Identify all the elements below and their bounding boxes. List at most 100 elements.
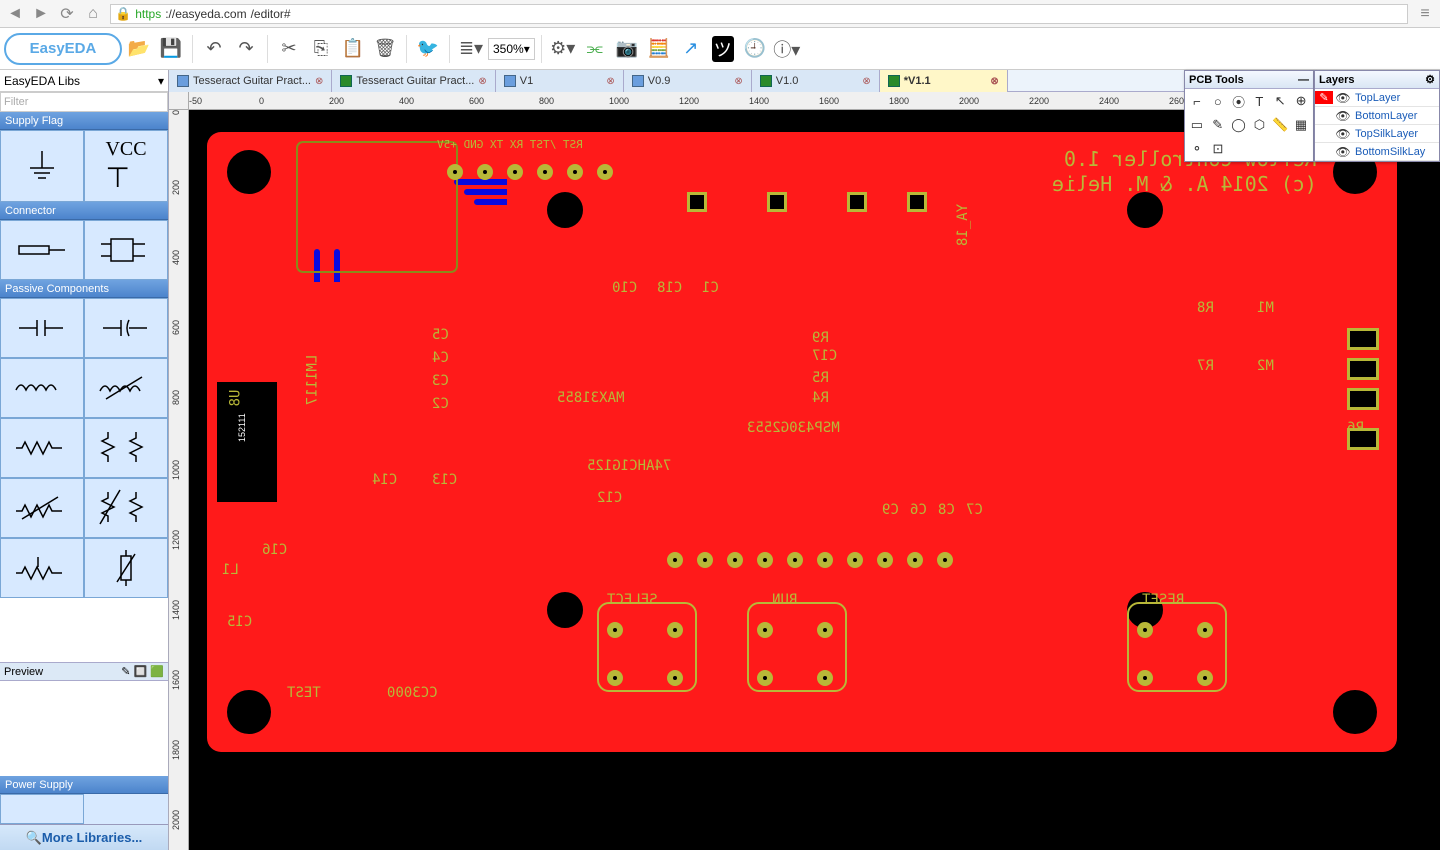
pcb-board[interactable]: Reflow Controller 1.0 (c) 2014 A. & M. H… [207, 132, 1397, 752]
mounting-hole [227, 690, 271, 734]
hole-tool[interactable]: ⊕ [1291, 91, 1311, 111]
pcb-canvas[interactable]: Reflow Controller 1.0 (c) 2014 A. & M. H… [189, 110, 1440, 850]
part-diode[interactable] [84, 538, 168, 598]
menu-button[interactable]: ≡ [1416, 5, 1434, 23]
help-button[interactable]: ⓘ▾ [772, 34, 802, 64]
flip-button[interactable]: 🐦 [413, 34, 443, 64]
more-libraries-button[interactable]: 🔍 More Libraries... [0, 824, 168, 850]
back-button[interactable]: ◄ [6, 5, 24, 23]
via [1197, 670, 1213, 686]
tab[interactable]: Tesseract Guitar Pract...⊗ [169, 70, 332, 92]
part-gnd[interactable] [0, 130, 84, 202]
preview-tools[interactable]: ✎ 🔲 🟩 [121, 665, 164, 678]
separator [406, 35, 407, 63]
close-icon[interactable]: ⊗ [478, 76, 486, 87]
part-pwr[interactable] [0, 794, 84, 824]
layer-row[interactable]: ✎👁TopLayer [1315, 89, 1439, 107]
redo-button[interactable]: ↷ [231, 34, 261, 64]
eye-icon[interactable]: 👁 [1333, 145, 1353, 159]
layer-row[interactable]: 👁BottomLayer [1315, 107, 1439, 125]
eye-icon[interactable]: 👁 [1333, 91, 1353, 105]
part-ind-var[interactable] [84, 358, 168, 418]
pad-tool[interactable]: ○ [1208, 91, 1228, 111]
tab[interactable]: *V1.1⊗ [880, 70, 1008, 92]
delete-button[interactable]: 🗑 [370, 34, 400, 64]
history-button[interactable]: 🕘 [740, 34, 770, 64]
circle-tool[interactable]: ◯ [1229, 115, 1249, 135]
camera-button[interactable]: 📷 [612, 34, 642, 64]
silk-r9: R9 [812, 330, 829, 346]
copy-button[interactable]: ⎘ [306, 34, 336, 64]
part-conn2[interactable] [84, 220, 168, 280]
sim-button[interactable]: ツ [708, 34, 738, 64]
settings-button[interactable]: ⚙▾ [548, 34, 578, 64]
undo-button[interactable]: ↶ [199, 34, 229, 64]
close-icon[interactable]: ⊗ [606, 76, 614, 87]
layer-edit-icon[interactable]: ✎ [1315, 91, 1333, 104]
collapse-icon[interactable]: — [1298, 74, 1309, 86]
logo[interactable]: EasyEDA [4, 33, 122, 65]
close-icon[interactable]: ⊗ [734, 76, 742, 87]
dropdown-icon[interactable]: ▾ [158, 74, 164, 88]
track-tool[interactable]: ⌐ [1187, 91, 1207, 111]
close-icon[interactable]: ⊗ [315, 76, 323, 87]
gear-icon[interactable]: ⚙ [1425, 73, 1435, 86]
cut-button[interactable]: ✂ [274, 34, 304, 64]
reload-button[interactable]: ⟳ [58, 5, 76, 23]
category-power[interactable]: Power Supply [0, 776, 168, 794]
category-passive[interactable]: Passive Components [0, 280, 168, 298]
tab[interactable]: Tesseract Guitar Pract...⊗ [332, 70, 495, 92]
text-tool[interactable]: T [1249, 91, 1269, 111]
align-button[interactable]: ≣▾ [456, 34, 486, 64]
paste-button[interactable]: 📋 [338, 34, 368, 64]
measure-tool[interactable]: 📏 [1270, 115, 1290, 135]
tab[interactable]: V0.9⊗ [624, 70, 752, 92]
share-button[interactable]: ⫘ [580, 34, 610, 64]
home-button[interactable]: ⌂ [84, 5, 102, 23]
ruler-corner [169, 92, 189, 110]
layer-row[interactable]: 👁TopSilkLayer [1315, 125, 1439, 143]
part-vcc[interactable]: VCC⊤ [84, 130, 168, 202]
copper-tool[interactable]: ▦ [1291, 115, 1311, 135]
part-cap-np[interactable] [0, 298, 84, 358]
part-tap[interactable] [0, 538, 84, 598]
via-tool[interactable]: ⦿ [1229, 91, 1249, 111]
url-bar[interactable]: 🔒 https://easyeda.com/editor# [110, 4, 1408, 24]
arc-tool[interactable]: ↖ [1270, 91, 1290, 111]
separator [449, 35, 450, 63]
part-var[interactable] [84, 478, 168, 538]
part-res[interactable] [0, 418, 84, 478]
rect-tool[interactable]: ▭ [1187, 115, 1207, 135]
zoom-combo[interactable]: 350% ▾ [488, 38, 535, 60]
filter-input[interactable]: Filter [0, 92, 168, 112]
close-icon[interactable]: ⊗ [862, 76, 870, 87]
save-button[interactable]: 💾 [156, 34, 186, 64]
tab[interactable]: V1⊗ [496, 70, 624, 92]
category-supply-flag[interactable]: Supply Flag [0, 112, 168, 130]
part-cap-p[interactable] [84, 298, 168, 358]
open-button[interactable]: 📂 [124, 34, 154, 64]
image-tool[interactable]: ✎ [1208, 115, 1228, 135]
via [757, 552, 773, 568]
part-res2[interactable] [84, 418, 168, 478]
pcb-tools-panel[interactable]: PCB Tools— ⌐ ○ ⦿ T ↖ ⊕ ▭ ✎ ◯ ⬡ 📏 ▦ ⚬ ⊡ [1184, 70, 1314, 162]
part-ind[interactable] [0, 358, 84, 418]
forward-button[interactable]: ► [32, 5, 50, 23]
export-button[interactable]: ↗ [676, 34, 706, 64]
close-icon[interactable]: ⊗ [990, 76, 998, 87]
silk-l1: L1 [222, 562, 239, 578]
eye-icon[interactable]: 👁 [1333, 127, 1353, 141]
part-conn1[interactable] [0, 220, 84, 280]
part-pot[interactable] [0, 478, 84, 538]
tab-type-icon [760, 75, 772, 87]
silk-c6: C6 [910, 502, 927, 518]
connect-tool[interactable]: ⚬ [1187, 139, 1207, 159]
group-tool[interactable]: ⊡ [1208, 139, 1228, 159]
layers-panel[interactable]: Layers⚙ ✎👁TopLayer👁BottomLayer👁TopSilkLa… [1314, 70, 1440, 162]
category-connector[interactable]: Connector [0, 202, 168, 220]
eye-icon[interactable]: 👁 [1333, 109, 1353, 123]
dimension-tool[interactable]: ⬡ [1249, 115, 1269, 135]
bom-button[interactable]: 🧮 [644, 34, 674, 64]
tab[interactable]: V1.0⊗ [752, 70, 880, 92]
layer-row[interactable]: 👁BottomSilkLay [1315, 143, 1439, 161]
